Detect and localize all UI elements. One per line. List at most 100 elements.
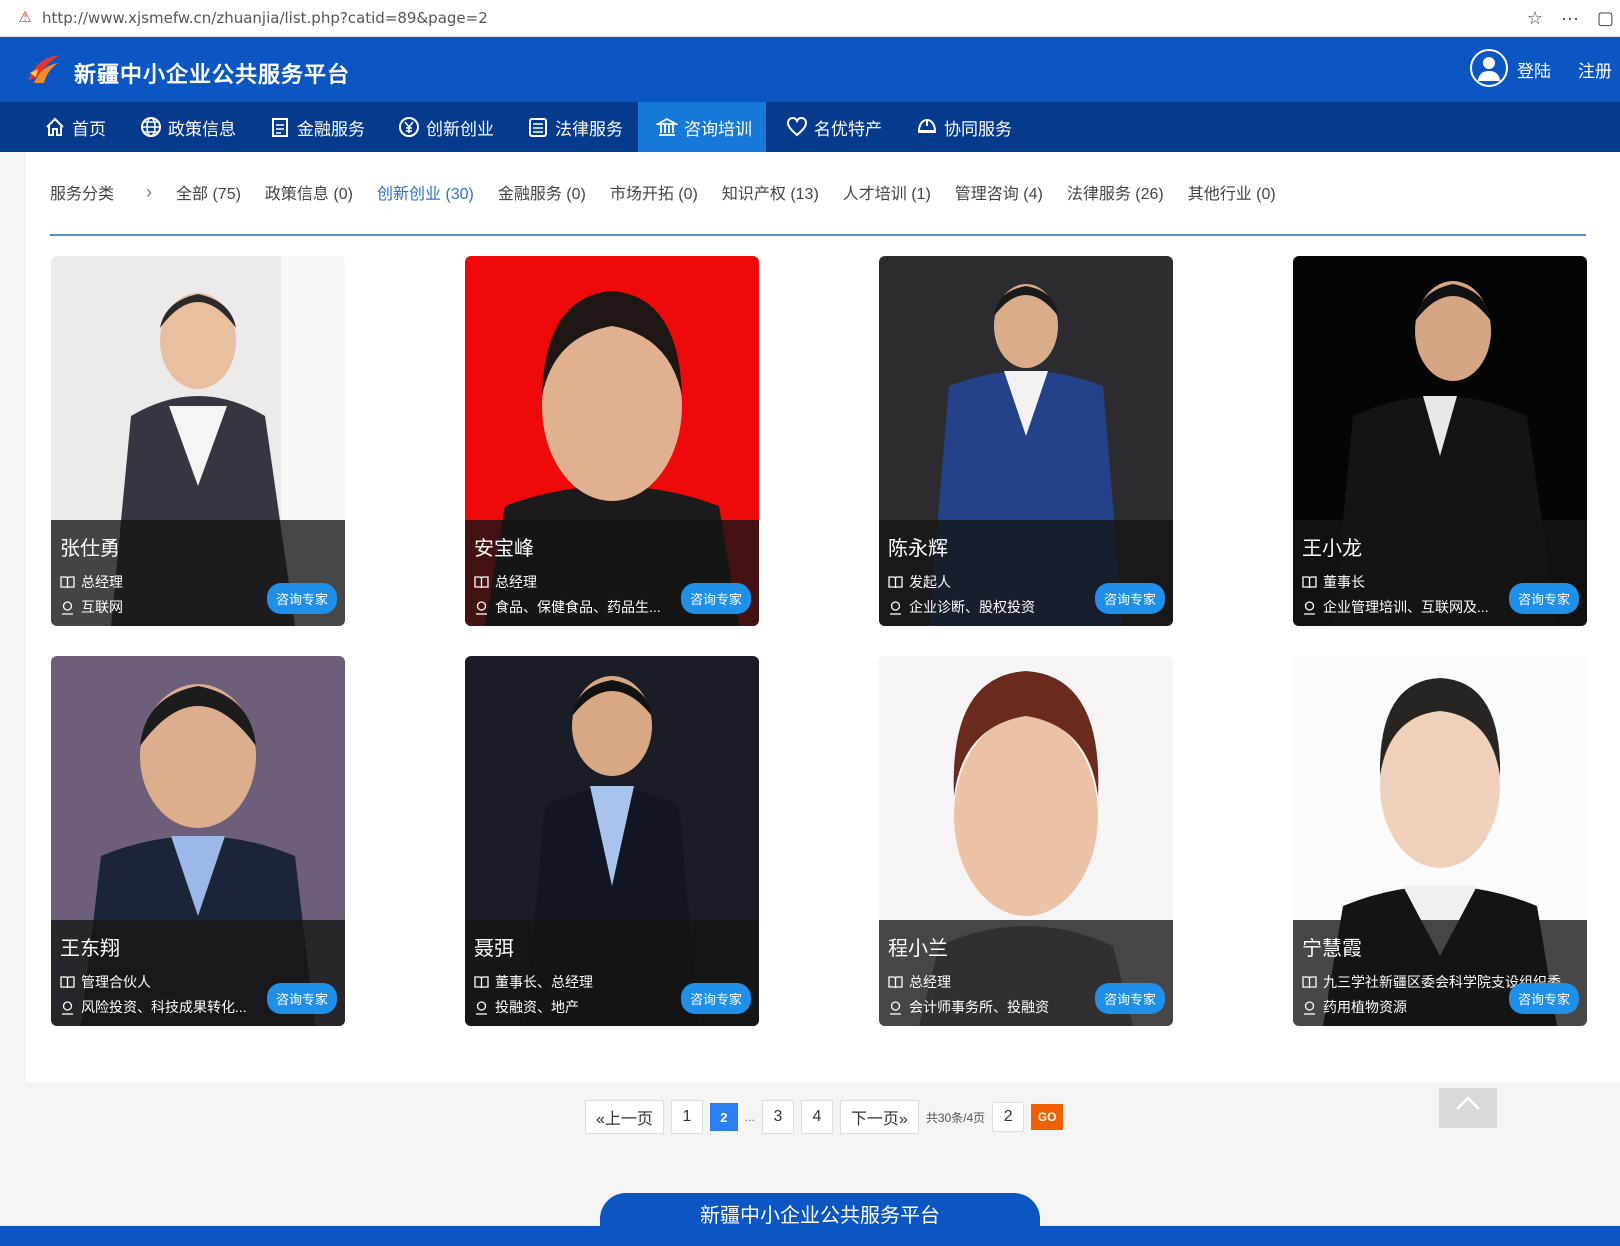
- globe-icon: [141, 117, 161, 137]
- pagination: «上一页 1 2 ... 3 4 下一页» 共30条/4页 2 GO: [585, 1099, 1064, 1135]
- insecure-page-icon[interactable]: ⚠: [16, 9, 34, 27]
- filter-divider: [50, 234, 1586, 236]
- yen-coin-icon: [399, 117, 419, 137]
- consult-expert-button[interactable]: 咨询专家: [680, 583, 751, 614]
- expert-title: 总经理: [495, 574, 537, 590]
- expert-card[interactable]: 程小兰 总经理 会计师事务所、投融资 咨询专家: [879, 656, 1173, 1026]
- site-header: 新疆中小企业公共服务平台 登陆 注册: [0, 37, 1620, 102]
- nav-label: 金融服务: [297, 119, 365, 139]
- expert-area: 企业诊断、股权投资: [909, 599, 1035, 615]
- page-2-button[interactable]: 2: [709, 1103, 738, 1131]
- filter-item-finance[interactable]: 金融服务 (0): [498, 180, 586, 204]
- filter-label: 服务分类: [50, 186, 115, 203]
- login-link[interactable]: 登陆: [1517, 57, 1551, 82]
- expert-name[interactable]: 陈永辉: [888, 532, 948, 561]
- expert-card[interactable]: 陈永辉 发起人 企业诊断、股权投资 咨询专家: [879, 256, 1173, 626]
- expert-card[interactable]: 王小龙 董事长 企业管理培训、互联网及... 咨询专家: [1293, 256, 1587, 626]
- site-title[interactable]: 新疆中小企业公共服务平台: [74, 57, 350, 89]
- consult-expert-button[interactable]: 咨询专家: [266, 583, 337, 614]
- go-button[interactable]: GO: [1031, 1104, 1064, 1130]
- footer-title: 新疆中小企业公共服务平台: [600, 1193, 1040, 1246]
- filter-item-training[interactable]: 人才培训 (1): [843, 180, 931, 204]
- expert-name[interactable]: 宁慧霞: [1302, 932, 1362, 961]
- site-logo-icon[interactable]: [26, 51, 62, 87]
- home-icon: [46, 117, 64, 136]
- expert-area: 食品、保健食品、药品生...: [495, 599, 661, 615]
- filter-item-market[interactable]: 市场开拓 (0): [610, 180, 698, 204]
- filter-item-policy[interactable]: 政策信息 (0): [265, 180, 353, 204]
- expert-area: 药用植物资源: [1323, 999, 1407, 1015]
- browser-address-bar: ⚠ http://www.xjsmefw.cn/zhuanjia/list.ph…: [0, 0, 1620, 37]
- page-1-button[interactable]: 1: [670, 1100, 703, 1134]
- filter-item-all[interactable]: 全部 (75): [176, 180, 241, 204]
- page-3-button[interactable]: 3: [761, 1100, 794, 1134]
- expert-area: 投融资、地产: [495, 999, 579, 1015]
- expert-name[interactable]: 聂弭: [474, 932, 514, 961]
- nav-label: 政策信息: [168, 119, 236, 139]
- user-avatar-icon[interactable]: [1470, 49, 1508, 87]
- nav-item-finance[interactable]: 金融服务: [269, 102, 365, 152]
- location-pin-icon: [476, 600, 487, 615]
- nav-item-specialty[interactable]: 名优特产: [786, 102, 882, 152]
- prev-page-button[interactable]: «上一页: [585, 1100, 664, 1134]
- expert-name[interactable]: 程小兰: [888, 932, 948, 961]
- main-nav: 首页 政策信息 金融服务 创新创业 法律服务 咨询培训 名优特产 协同服务: [0, 102, 1620, 152]
- register-link[interactable]: 注册: [1578, 57, 1612, 82]
- expert-card[interactable]: 宁慧霞 九三学社新疆区委会科学院支设组织委 药用植物资源 咨询专家: [1293, 656, 1587, 1026]
- category-filter: 服务分类 › 全部 (75) 政策信息 (0) 创新创业 (30) 金融服务 (…: [50, 172, 1276, 212]
- expert-name[interactable]: 王小龙: [1302, 532, 1362, 561]
- location-pin-icon: [1304, 600, 1315, 615]
- bank-icon: [656, 117, 678, 136]
- expert-card[interactable]: 安宝峰 总经理 食品、保健食品、药品生... 咨询专家: [465, 256, 759, 626]
- location-pin-icon: [476, 1000, 487, 1015]
- consult-expert-button[interactable]: 咨询专家: [1508, 583, 1579, 614]
- expert-name[interactable]: 王东翔: [60, 932, 120, 961]
- filter-item-legal[interactable]: 法律服务 (26): [1067, 180, 1164, 204]
- consult-expert-button[interactable]: 咨询专家: [1094, 983, 1165, 1014]
- filter-item-management[interactable]: 管理咨询 (4): [955, 180, 1043, 204]
- consult-expert-button[interactable]: 咨询专家: [1094, 583, 1165, 614]
- filter-item-innovation[interactable]: 创新创业 (30): [377, 180, 474, 204]
- nav-label: 名优特产: [814, 119, 882, 139]
- page-total: 共30条/4页: [925, 1110, 986, 1125]
- location-pin-icon: [1304, 1000, 1315, 1015]
- consult-expert-button[interactable]: 咨询专家: [266, 983, 337, 1014]
- nav-item-collaboration[interactable]: 协同服务: [916, 102, 1012, 152]
- expert-card[interactable]: 聂弭 董事长、总经理 投融资、地产 咨询专家: [465, 656, 759, 1026]
- nav-item-innovation[interactable]: 创新创业: [398, 102, 494, 152]
- window-icon[interactable]: ▢: [1597, 8, 1614, 29]
- page-ellipsis: ...: [744, 1110, 755, 1124]
- expert-title: 发起人: [909, 574, 951, 590]
- next-page-button[interactable]: 下一页»: [839, 1100, 919, 1134]
- nav-item-legal[interactable]: 法律服务: [527, 102, 623, 152]
- chevron-right-icon: ›: [146, 181, 153, 202]
- expert-name[interactable]: 安宝峰: [474, 532, 534, 561]
- expert-title: 管理合伙人: [81, 974, 151, 990]
- book-icon: [474, 575, 489, 588]
- nav-label: 咨询培训: [684, 119, 752, 139]
- expert-area: 企业管理培训、互联网及...: [1323, 599, 1489, 615]
- book-icon: [60, 575, 75, 588]
- location-pin-icon: [890, 1000, 901, 1015]
- consult-expert-button[interactable]: 咨询专家: [1508, 983, 1579, 1014]
- page-number-input[interactable]: 2: [992, 1102, 1025, 1132]
- address-url[interactable]: http://www.xjsmefw.cn/zhuanjia/list.php?…: [42, 9, 488, 27]
- book-icon: [888, 975, 903, 988]
- nav-item-home[interactable]: 首页: [44, 102, 106, 152]
- consult-expert-button[interactable]: 咨询专家: [680, 983, 751, 1014]
- bookmark-star-icon[interactable]: ☆: [1527, 8, 1543, 29]
- notepad-icon: [529, 118, 547, 137]
- chevron-up-icon: [1456, 1096, 1480, 1110]
- expert-name[interactable]: 张仕勇: [60, 532, 120, 561]
- back-to-top-button[interactable]: [1439, 1088, 1497, 1128]
- page-4-button[interactable]: 4: [800, 1100, 833, 1134]
- expert-title: 董事长: [1323, 574, 1365, 590]
- filter-item-other[interactable]: 其他行业 (0): [1188, 180, 1276, 204]
- nav-item-consulting[interactable]: 咨询培训: [638, 102, 766, 152]
- more-options-icon[interactable]: ···: [1561, 8, 1579, 29]
- expert-card[interactable]: 王东翔 管理合伙人 风险投资、科技成果转化... 咨询专家: [51, 656, 345, 1026]
- nav-item-policy[interactable]: 政策信息: [140, 102, 236, 152]
- expert-card[interactable]: 张仕勇 总经理 互联网 咨询专家: [51, 256, 345, 626]
- filter-item-ip[interactable]: 知识产权 (13): [722, 180, 819, 204]
- book-icon: [1302, 975, 1317, 988]
